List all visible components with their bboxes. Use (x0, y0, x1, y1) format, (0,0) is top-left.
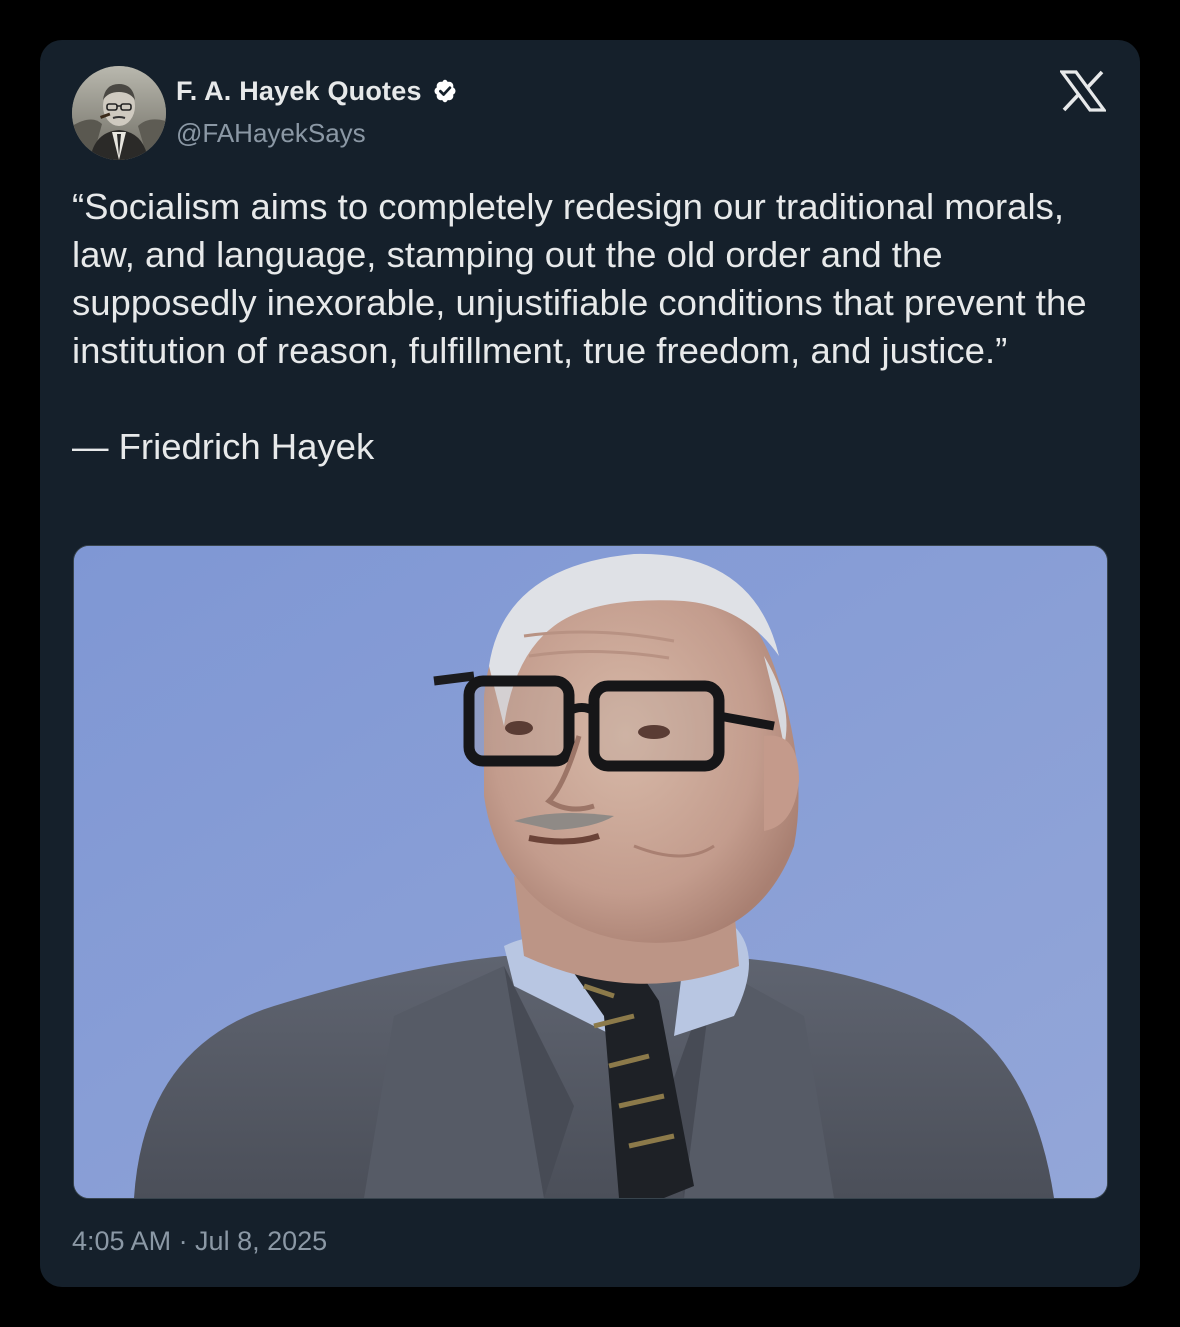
x-logo-icon[interactable] (1058, 70, 1108, 112)
tweet-card: F. A. Hayek Quotes @FAHayekSays “Sociali… (40, 40, 1140, 1287)
verified-badge-icon (430, 76, 460, 106)
tweet-timestamp[interactable]: 4:05 AM · Jul 8, 2025 (72, 1226, 327, 1257)
author-display-name[interactable]: F. A. Hayek Quotes (176, 76, 422, 107)
photo-hayek-image (74, 546, 1107, 1198)
author-name-row: F. A. Hayek Quotes (176, 74, 460, 108)
author-handle[interactable]: @FAHayekSays (176, 118, 366, 149)
tweet-media-photo[interactable] (73, 545, 1108, 1199)
tweet-text: “Socialism aims to completely redesign o… (72, 186, 1087, 467)
avatar-photo-image (72, 66, 166, 160)
author-avatar[interactable] (72, 66, 166, 160)
